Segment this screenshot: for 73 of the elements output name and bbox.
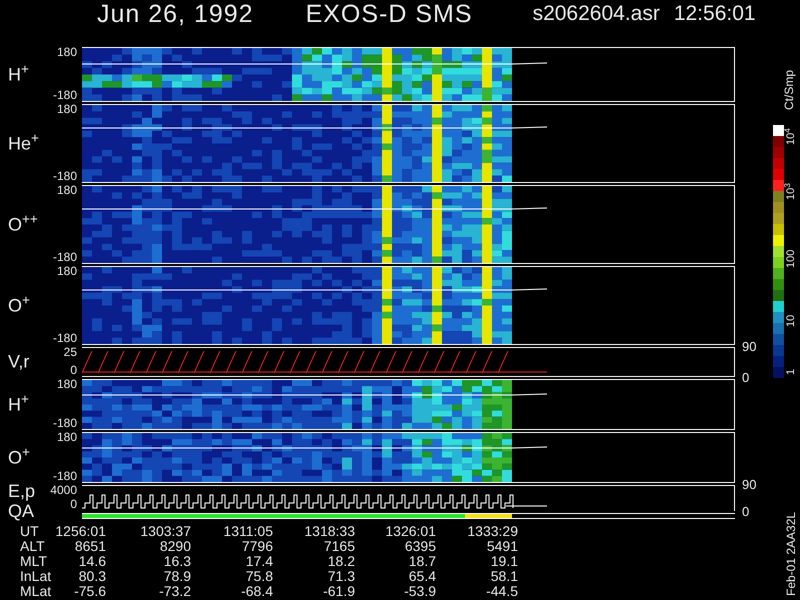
panel-label: O$^{+}$: [8, 449, 30, 466]
table-cell-text: 5491: [486, 539, 518, 554]
row-label: MLT: [20, 554, 48, 569]
table-cell-text: 8290: [158, 539, 191, 554]
row-label: InLat: [20, 569, 52, 584]
axis-tick-label: 180: [56, 46, 77, 58]
axis-tick-label: 0: [742, 371, 750, 384]
panel-label: He$^{+}$: [8, 135, 39, 152]
panel-label: H$^{+}$: [8, 66, 29, 83]
axis-tick-label: 25: [64, 346, 77, 358]
table-cell-text: -61.9: [322, 584, 355, 599]
axis-tick-label: 180: [56, 103, 77, 115]
axis-tick-label: 180: [56, 378, 77, 390]
table-cell-text: 6395: [404, 539, 436, 554]
file-name: s2062604.asr: [532, 1, 660, 27]
axis-tick-label: 180: [56, 265, 77, 277]
table-cell-text: 1303:37: [139, 524, 191, 539]
colorbar-tick-label: 1: [785, 368, 798, 375]
row-label: ALT: [20, 539, 46, 554]
table-cell-text: 17.4: [244, 554, 273, 569]
instrument-title: EXOS-D SMS: [306, 0, 473, 28]
axis-tick-label: 180: [56, 184, 77, 196]
axis-tick-label: -180: [52, 470, 77, 482]
axis-tick-label: 0: [70, 364, 77, 376]
axis-tick-label: -180: [52, 170, 77, 182]
panel-label: O$^{++}$: [8, 216, 38, 233]
panel-label: QA: [8, 503, 34, 520]
table-cell-text: 78.9: [162, 569, 191, 584]
axis-tick-label: -180: [52, 332, 77, 344]
table-cell-text: 65.4: [408, 569, 436, 584]
colorbar-tick-label: 100: [785, 250, 798, 268]
table-cell-text: 18.7: [408, 554, 436, 569]
table-cell-text: -68.4: [240, 584, 273, 599]
table-cell-text: 71.3: [326, 569, 355, 584]
panel-label: O$^{+}$: [8, 297, 30, 314]
axis-tick-label: 0: [70, 498, 77, 510]
table-cell-text: 14.6: [78, 554, 106, 569]
table-cell-text: -73.2: [158, 584, 191, 599]
time-label: 12:56:01: [674, 1, 756, 27]
axis-tick-label: 90: [742, 340, 756, 353]
colorbar-unit: Ct/Smp: [782, 70, 796, 110]
axis-tick-label: -180: [52, 417, 77, 429]
table-cell-text: -44.5: [485, 584, 518, 599]
colorbar-tick-label: 10: [785, 314, 798, 327]
table-cell-text: 1326:01: [384, 524, 436, 539]
table-cell-text: 1318:33: [303, 524, 355, 539]
table-cell-text: 1256:01: [54, 524, 106, 539]
table-cell-text: 7796: [240, 539, 273, 554]
axis-tick-label: 90: [742, 478, 756, 491]
axis-tick-label: 4000: [50, 484, 77, 496]
panel-label: V,r: [8, 354, 30, 370]
axis-tick-label: -180: [52, 89, 77, 101]
panel-label: H$^{+}$: [8, 396, 29, 413]
table-cell-text: 19.1: [490, 554, 518, 569]
panel-label: E,p: [8, 483, 36, 500]
axis-tick-label: 180: [56, 431, 77, 443]
table-cell-text: 58.1: [490, 569, 518, 584]
table-cell-text: -75.6: [73, 584, 106, 599]
date-title: Jun 26, 1992: [97, 0, 254, 28]
table-cell-text: 1333:29: [466, 524, 518, 539]
axis-tick-label: -180: [52, 251, 77, 263]
row-label: UT: [20, 524, 40, 539]
table-cell-text: 18.2: [326, 554, 355, 569]
row-label: MLat: [20, 584, 52, 599]
table-cell-text: 8651: [74, 539, 106, 554]
table-cell-text: 80.3: [78, 569, 106, 584]
table-cell-text: 75.8: [244, 569, 273, 584]
table-cell-text: 16.3: [162, 554, 191, 569]
plot-id: Feb-01 2AA32L: [784, 512, 798, 596]
table-cell-text: -53.9: [403, 584, 436, 599]
axis-tick-label: 0: [742, 505, 750, 518]
table-cell-text: 1311:05: [222, 524, 273, 539]
table-cell-text: 7165: [322, 539, 355, 554]
